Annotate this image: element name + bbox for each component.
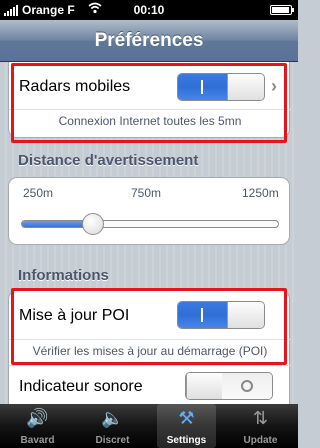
speaker-loud-icon: 🔊: [26, 408, 49, 428]
tab-bavard[interactable]: 🔊 Bavard: [8, 404, 67, 448]
sound-toggle[interactable]: [185, 372, 273, 400]
navigation-bar: Préférences: [0, 20, 298, 62]
tab-bar: 🔊 Bavard 🔈 Discret ⚒ Settings ⇅ Update: [0, 404, 298, 448]
speaker-quiet-icon: 🔈: [101, 408, 124, 428]
distance-slider-thumb[interactable]: [82, 213, 105, 235]
tools-icon: ⚒: [178, 408, 195, 428]
distance-labels: 250m 750m 1250m: [9, 186, 291, 202]
tab-update[interactable]: ⇅ Update: [231, 404, 290, 448]
status-bar: Orange F 00:10: [0, 0, 298, 20]
distance-label-max: 1250m: [242, 186, 279, 200]
page-title: Préférences: [94, 30, 204, 51]
refresh-icon: ⇅: [252, 408, 269, 428]
settings-scroll-area[interactable]: Radars mobiles › Connexion Internet tout…: [0, 62, 298, 404]
distance-group: 250m 750m 1250m: [8, 177, 290, 245]
battery-icon: [270, 5, 294, 15]
sound-row[interactable]: Indicateur sonore: [9, 366, 291, 404]
distance-label-min: 250m: [23, 186, 54, 200]
tab-settings[interactable]: ⚒ Settings: [157, 404, 216, 448]
sound-label: Indicateur sonore: [19, 378, 143, 395]
tab-discret[interactable]: 🔈 Discret: [83, 404, 142, 448]
highlight-radars: [11, 63, 287, 143]
toggle-knob: [186, 373, 224, 399]
distance-label-mid: 750m: [131, 186, 162, 200]
clock: 00:10: [133, 3, 165, 17]
distance-section-title: Distance d'avertissement: [18, 152, 199, 169]
highlight-poi: [11, 288, 287, 365]
distance-slider-track[interactable]: [21, 220, 279, 228]
informations-section-title: Informations: [18, 267, 109, 284]
